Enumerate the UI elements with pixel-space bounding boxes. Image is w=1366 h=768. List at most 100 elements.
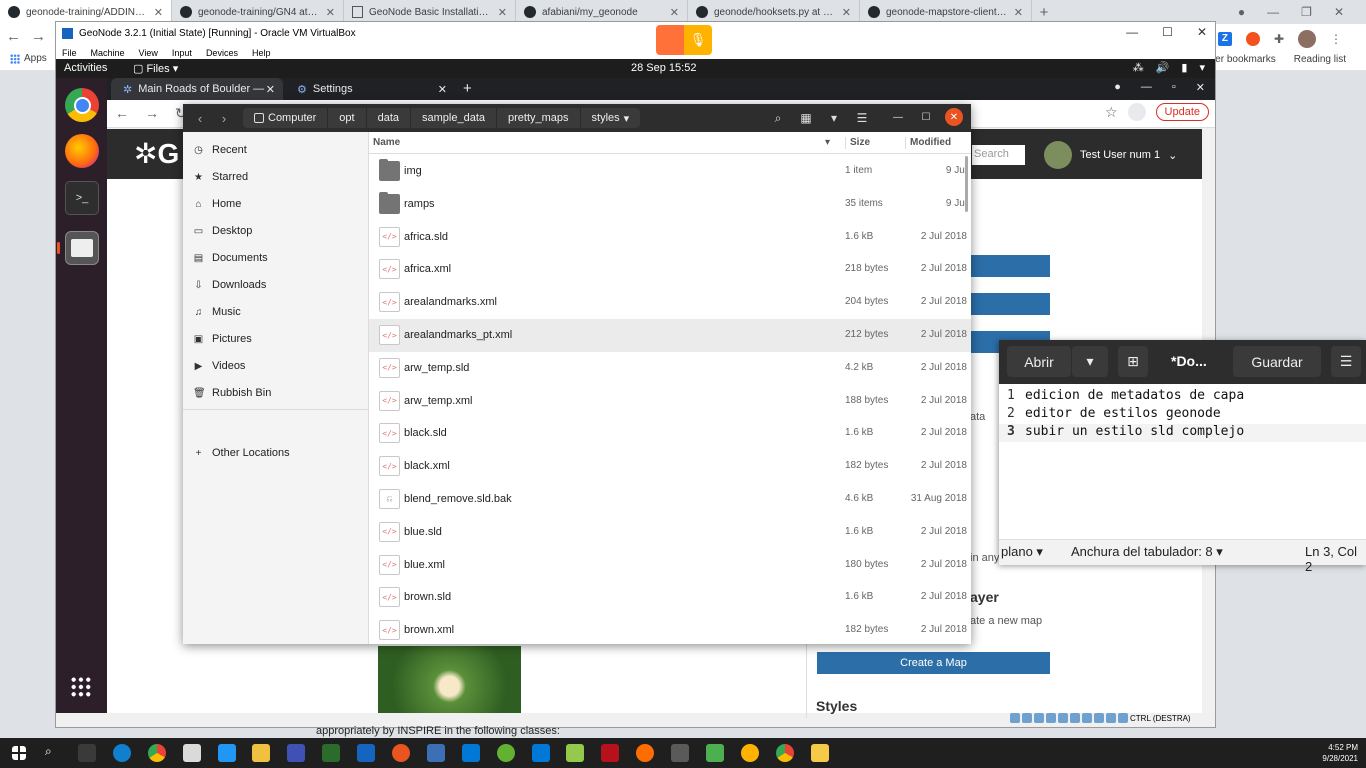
menu-item-help[interactable]: Help [252,48,271,58]
chrome-icon[interactable] [776,744,794,762]
menu-item-machine[interactable]: Machine [91,48,125,58]
close-tab-icon[interactable]: ✕ [266,83,275,96]
editor-line[interactable]: 2 editor de estilos geonode [999,406,1366,424]
file-row[interactable]: </> brown.sld 1.6 kB 2 Jul 2018 [369,581,971,614]
tab-main-roads[interactable]: ✲ Main Roads of Boulder — ✕ [111,78,283,100]
file-row[interactable]: img 1 item 9 Jul [369,155,971,188]
update-button[interactable]: Update [1155,103,1209,121]
status-icon[interactable] [1094,713,1104,723]
apps-shortcut[interactable]: Apps [10,53,47,64]
sidebar-item-downloads[interactable]: ⇩ Downloads [193,275,266,295]
app-icon[interactable] [287,744,305,762]
status-icon[interactable] [1022,713,1032,723]
app-icon[interactable] [706,744,724,762]
profile-icon[interactable]: ● [1114,81,1121,94]
powershell-icon[interactable] [357,744,375,762]
file-row[interactable]: </> blue.xml 180 bytes 2 Jul 2018 [369,549,971,582]
reading-list[interactable]: Reading list [1294,54,1346,65]
system-clock[interactable]: 4:52 PM 9/28/2021 [1322,742,1358,764]
sidebar-item-pictures[interactable]: ▣ Pictures [193,329,252,349]
file-row[interactable]: </> brown.xml 182 bytes 2 Jul 2018 [369,614,971,644]
sidebar-item-music[interactable]: ♫ Music [193,302,241,322]
status-icon[interactable] [1058,713,1068,723]
close-tab-icon[interactable]: ✕ [438,83,447,96]
menu-dots-icon[interactable]: ⋮ [1330,32,1342,46]
restore-icon[interactable]: ▫ [1172,81,1176,94]
column-name[interactable]: Name [373,137,400,148]
close-tab-icon[interactable]: ✕ [498,6,507,19]
geonode-logo[interactable]: ✲G [134,137,179,170]
app-icon[interactable] [636,744,654,762]
file-row[interactable]: </> arw_temp.sld 4.2 kB 2 Jul 2018 [369,352,971,385]
breadcrumb-item[interactable]: opt [328,108,367,128]
file-row[interactable]: </> africa.xml 218 bytes 2 Jul 2018 [369,253,971,286]
menu-item-devices[interactable]: Devices [206,48,238,58]
ubuntu-clock[interactable]: 28 Sep 15:52 [631,62,696,74]
close-tab-icon[interactable]: ✕ [154,6,163,19]
system-tray[interactable]: ⁂ 🔊 ▮ ▾ [1133,61,1205,74]
app-icon[interactable] [671,744,689,762]
sort-chevron-icon[interactable]: ▾ [825,137,830,148]
cursor-position[interactable]: Ln 3, Col 2 [1305,544,1366,574]
app-icon[interactable] [741,744,759,762]
close-tab-icon[interactable]: ✕ [326,6,335,19]
status-icon[interactable] [1046,713,1056,723]
file-explorer-icon[interactable] [252,744,270,762]
breadcrumb-item[interactable]: data [367,108,412,128]
app-icon[interactable] [322,744,340,762]
breadcrumb-item[interactable]: styles ▾ [581,108,641,128]
notepad-icon[interactable] [566,744,584,762]
screen-recorder-indicator[interactable]: 🎙 [656,25,712,55]
windows-start-icon[interactable] [12,746,26,760]
tab-width-selector[interactable]: Anchura del tabulador: 8 ▾ [1071,544,1223,560]
column-modified[interactable]: Modified [905,137,951,149]
hamburger-menu-icon[interactable]: ☰ [1331,346,1361,377]
file-list-scrollbar[interactable] [965,156,968,212]
file-row[interactable]: </> arealandmarks_pt.xml 212 bytes 2 Jul 20… [369,319,971,352]
view-options-chevron-icon[interactable]: ▾ [823,108,845,128]
firefox-icon[interactable] [65,134,99,168]
close-icon[interactable]: ✕ [1196,81,1205,94]
sidebar-item-rubbish-bin[interactable]: 🗑 Rubbish Bin [193,383,271,403]
forward-icon[interactable]: → [31,28,46,45]
sidebar-item-starred[interactable]: ★ Starred [193,167,248,187]
close-tab-icon[interactable]: ✕ [1014,6,1023,19]
file-row[interactable]: </> black.xml 182 bytes 2 Jul 2018 [369,450,971,483]
sidebar-item-other-locations[interactable]: + Other Locations [193,443,290,463]
vbox-close-icon[interactable]: ✕ [1197,25,1207,39]
forward-icon[interactable]: › [213,108,235,128]
file-row[interactable]: ⎌ blend_remove.sld.bak 4.6 kB 31 Aug 2018 [369,483,971,516]
hamburger-menu-icon[interactable]: ☰ [851,108,873,128]
show-applications-icon[interactable] [70,676,92,698]
vscode-icon[interactable] [532,744,550,762]
terminal-icon[interactable]: >_ [65,181,99,215]
file-row[interactable]: </> black.sld 1.6 kB 2 Jul 2018 [369,417,971,450]
status-icon[interactable] [1070,713,1080,723]
back-icon[interactable]: ‹ [189,108,211,128]
save-button[interactable]: Guardar [1233,346,1321,377]
chrome-icon[interactable] [148,744,166,762]
editor-line[interactable]: 3 subir un estilo sld complejo [999,424,1366,442]
sidebar-item-videos[interactable]: ▶ Videos [193,356,246,376]
activities-button[interactable]: Activities [64,62,107,74]
menu-item-file[interactable]: File [62,48,77,58]
breadcrumb-item[interactable]: sample_data [411,108,498,128]
close-icon[interactable]: ✕ [1334,5,1344,19]
close-icon[interactable]: ✕ [945,108,963,126]
chrome-icon[interactable] [65,88,99,122]
search-icon[interactable]: ⌕ [45,744,63,762]
status-icon[interactable] [1010,713,1020,723]
file-row[interactable]: </> blue.sld 1.6 kB 2 Jul 2018 [369,516,971,549]
status-icon[interactable] [1118,713,1128,723]
profile-icon[interactable] [1127,103,1146,121]
back-icon[interactable]: ← [6,28,21,45]
maximize-icon[interactable]: ☐ [917,108,935,126]
new-tab-icon[interactable]: ⊞ [1118,346,1148,377]
files-app-menu[interactable]: ▢ Files ▾ [133,62,178,75]
search-input[interactable]: Search [972,145,1025,165]
open-recent-chevron-icon[interactable]: ▾ [1072,346,1108,377]
new-tab-icon[interactable]: + [463,80,472,97]
puzzle-icon[interactable]: ✚ [1274,32,1284,46]
bookmark-star-icon[interactable]: ☆ [1105,104,1118,121]
create-map-button[interactable]: Create a Map [817,652,1050,674]
